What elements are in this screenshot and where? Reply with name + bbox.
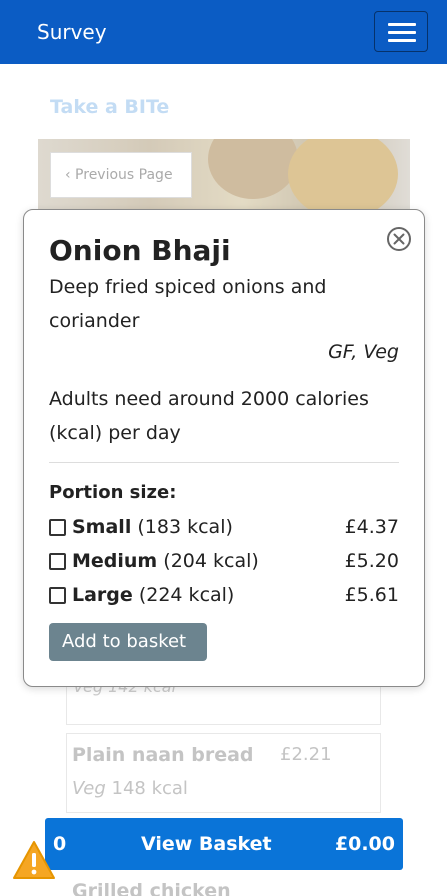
menu-item-name: Plain naan bread xyxy=(72,744,254,766)
menu-item-name: Grilled chicken xyxy=(72,880,231,896)
nav-title[interactable]: Survey xyxy=(37,20,107,44)
checkbox-medium[interactable] xyxy=(49,553,66,570)
menu-item-price: £2.21 xyxy=(280,744,332,765)
portion-kcal: (183 kcal) xyxy=(137,516,233,538)
item-description: Deep fried spiced onions and coriander xyxy=(49,276,327,332)
calorie-note: Adults need around 2000 calories (kcal) … xyxy=(49,388,369,444)
basket-total: £0.00 xyxy=(334,833,395,855)
portion-kcal: (204 kcal) xyxy=(163,550,259,572)
menu-item-card[interactable]: Plain naan bread £2.21 Veg 148 kcal xyxy=(66,733,381,813)
portion-name: Medium xyxy=(72,550,158,572)
checkbox-large[interactable] xyxy=(49,587,66,604)
portion-option-medium[interactable]: Medium (204 kcal) £5.20 xyxy=(49,548,399,578)
add-to-basket-button[interactable]: Add to basket xyxy=(49,623,207,661)
menu-item-kcal: 148 kcal xyxy=(111,778,188,799)
portion-name: Large xyxy=(72,584,133,606)
navbar: Survey xyxy=(0,0,447,64)
portion-name: Small xyxy=(72,516,132,538)
portion-kcal: (224 kcal) xyxy=(138,584,235,606)
page-heading: Take a BITe xyxy=(50,96,170,118)
portion-option-small[interactable]: Small (183 kcal) £4.37 xyxy=(49,514,399,544)
basket-label: View Basket xyxy=(141,833,272,855)
previous-page-button[interactable]: ‹ Previous Page xyxy=(50,152,192,198)
item-dietary-tags: GF, Veg xyxy=(328,341,399,363)
portion-price: £5.61 xyxy=(344,584,399,606)
portion-price: £4.37 xyxy=(344,516,399,538)
item-title: Onion Bhaji xyxy=(49,234,231,267)
menu-item-meta: Veg 148 kcal xyxy=(72,778,188,799)
menu-item-tag: Veg xyxy=(72,778,106,799)
portion-option-large[interactable]: Large (224 kcal) £5.61 xyxy=(49,582,399,612)
hamburger-menu-icon[interactable] xyxy=(374,11,428,52)
portion-size-heading: Portion size: xyxy=(49,482,177,503)
item-modal: Onion Bhaji Deep fried spiced onions and… xyxy=(23,209,425,687)
close-circle-icon[interactable] xyxy=(386,226,412,252)
divider xyxy=(49,462,399,463)
portion-price: £5.20 xyxy=(344,550,399,572)
checkbox-small[interactable] xyxy=(49,519,66,536)
warning-triangle-icon[interactable] xyxy=(12,840,56,880)
view-basket-button[interactable]: 0 View Basket £0.00 xyxy=(45,818,403,870)
